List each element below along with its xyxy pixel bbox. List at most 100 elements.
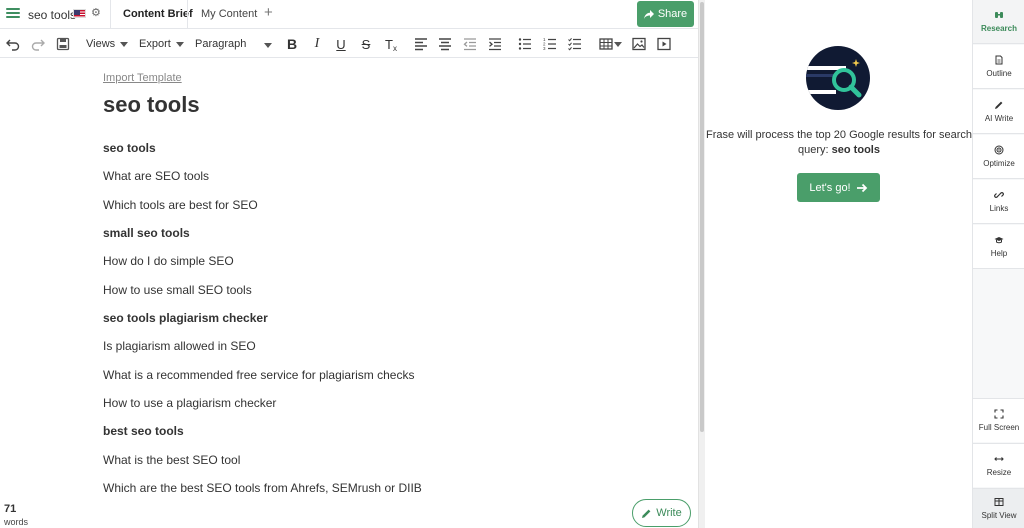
write-button[interactable]: Write: [632, 499, 691, 527]
chevron-down-icon[interactable]: [264, 43, 272, 48]
question-line[interactable]: What is a recommended free service for p…: [103, 368, 414, 382]
clear-format-icon[interactable]: Tx: [384, 36, 398, 53]
rail-item-optimize[interactable]: Optimize: [973, 135, 1024, 179]
question-line[interactable]: How do I do simple SEO: [103, 254, 234, 268]
editor-toolbar: Views Export Paragraph B I U S Tx 1 2 3: [0, 30, 698, 58]
question-line[interactable]: How to use a plagiarism checker: [103, 396, 276, 410]
research-query: seo tools: [831, 144, 880, 156]
share-label: Share: [657, 8, 688, 20]
research-icon: [995, 12, 1003, 18]
numbered-list-icon[interactable]: 123: [543, 36, 557, 52]
strikethrough-icon[interactable]: S: [359, 36, 373, 52]
rail-item-help[interactable]: Help: [973, 225, 1024, 269]
document-header: Import Template seo tools: [103, 72, 663, 118]
optimize-icon: [994, 145, 1004, 155]
bullet-list-icon[interactable]: [518, 36, 532, 52]
underline-icon[interactable]: U: [334, 36, 348, 52]
tab-bar: seo tools ⚙ Content Brief My Content + S…: [0, 0, 698, 29]
tab-my-content[interactable]: My Content: [201, 8, 257, 20]
question-line[interactable]: What are SEO tools: [103, 169, 209, 183]
tab-divider: [187, 0, 188, 29]
rail-label: Help: [990, 249, 1008, 258]
word-count-label: words: [4, 517, 29, 527]
import-template-link[interactable]: Import Template: [103, 72, 663, 84]
views-dropdown[interactable]: Views: [86, 38, 129, 50]
right-rail: Research Outline AI Write Optimize Links…: [972, 0, 1024, 528]
rail-item-full-screen[interactable]: Full Screen: [973, 398, 1024, 442]
views-label: Views: [86, 38, 116, 50]
rail-label: Full Screen: [978, 423, 1020, 432]
outline-icon: [995, 55, 1003, 65]
chevron-down-icon: [175, 41, 184, 47]
share-button[interactable]: Share: [637, 1, 694, 27]
tab-content-brief[interactable]: Content Brief: [123, 8, 193, 20]
rail-label: Split View: [981, 511, 1017, 520]
rail-item-research[interactable]: Research: [973, 0, 1024, 44]
document-title[interactable]: seo tools: [103, 92, 663, 118]
question-line[interactable]: Which are the best SEO tools from Ahrefs…: [103, 481, 422, 495]
italic-icon[interactable]: I: [310, 36, 324, 52]
links-icon: [994, 192, 1004, 198]
split-view-icon: [994, 498, 1004, 506]
share-arrow-icon: [643, 9, 654, 19]
editor-pane: seo tools ⚙ Content Brief My Content + S…: [0, 0, 698, 528]
add-tab-icon[interactable]: +: [264, 4, 273, 21]
save-icon[interactable]: [55, 36, 71, 52]
heading-line[interactable]: seo tools plagiarism checker: [103, 311, 268, 325]
question-line[interactable]: How to use small SEO tools: [103, 283, 252, 297]
table-icon[interactable]: [597, 36, 623, 52]
rail-label: Links: [989, 204, 1009, 213]
question-line[interactable]: What is the best SEO tool: [103, 453, 240, 467]
paragraph-label: Paragraph: [195, 38, 247, 50]
align-left-icon[interactable]: [414, 36, 428, 52]
align-center-icon[interactable]: [438, 36, 452, 52]
full-screen-icon: [994, 409, 1004, 419]
rail-label: Research: [980, 24, 1018, 33]
help-icon: [994, 237, 1004, 244]
lets-go-button[interactable]: Let's go!: [797, 173, 880, 202]
paragraph-style-dropdown[interactable]: Paragraph: [195, 38, 246, 50]
pencil-icon: [642, 509, 651, 518]
checklist-icon[interactable]: [568, 36, 582, 52]
research-message: Frase will process the top 20 Google res…: [706, 128, 972, 158]
export-label: Export: [139, 38, 171, 50]
rail-label: Optimize: [983, 159, 1015, 168]
rail-item-resize[interactable]: Resize: [973, 443, 1024, 487]
svg-text:3: 3: [543, 46, 546, 51]
lets-go-label: Let's go!: [809, 181, 851, 194]
rail-label: Resize: [986, 468, 1012, 477]
heading-line[interactable]: seo tools: [103, 141, 156, 155]
rail-item-split-view[interactable]: Split View: [973, 488, 1024, 528]
document-name[interactable]: seo tools: [28, 8, 76, 22]
rail-label: Outline: [986, 69, 1012, 78]
resize-icon: [994, 457, 1004, 461]
redo-icon[interactable]: [30, 36, 46, 52]
chevron-down-icon: [613, 41, 622, 47]
rail-item-ai-write[interactable]: AI Write: [973, 90, 1024, 134]
rail-item-outline[interactable]: Outline: [973, 45, 1024, 89]
undo-icon[interactable]: [5, 36, 21, 52]
heading-line[interactable]: small seo tools: [103, 226, 190, 240]
bold-icon[interactable]: B: [285, 36, 299, 52]
editor-scrollbar[interactable]: [698, 0, 705, 528]
rail-label: AI Write: [984, 114, 1014, 123]
frase-logo: [806, 46, 870, 110]
export-dropdown[interactable]: Export: [139, 38, 184, 50]
image-icon[interactable]: [632, 36, 646, 52]
tab-divider: [110, 0, 111, 29]
question-line[interactable]: Which tools are best for SEO: [103, 198, 258, 212]
indent-icon[interactable]: [488, 36, 502, 52]
hamburger-menu-icon[interactable]: [6, 6, 20, 20]
outdent-icon[interactable]: [463, 36, 477, 52]
us-flag-icon[interactable]: [73, 9, 86, 18]
gear-icon[interactable]: ⚙: [91, 6, 101, 19]
research-panel: Frase will process the top 20 Google res…: [706, 0, 972, 528]
heading-line[interactable]: best seo tools: [103, 424, 184, 438]
scrollbar-thumb[interactable]: [700, 2, 704, 432]
rail-item-links[interactable]: Links: [973, 180, 1024, 224]
chevron-down-icon: [120, 41, 129, 47]
question-line[interactable]: Is plagiarism allowed in SEO: [103, 339, 256, 353]
video-icon[interactable]: [657, 36, 671, 52]
app-window: seo tools ⚙ Content Brief My Content + S…: [0, 0, 1024, 528]
ai-write-icon: [995, 101, 1003, 109]
